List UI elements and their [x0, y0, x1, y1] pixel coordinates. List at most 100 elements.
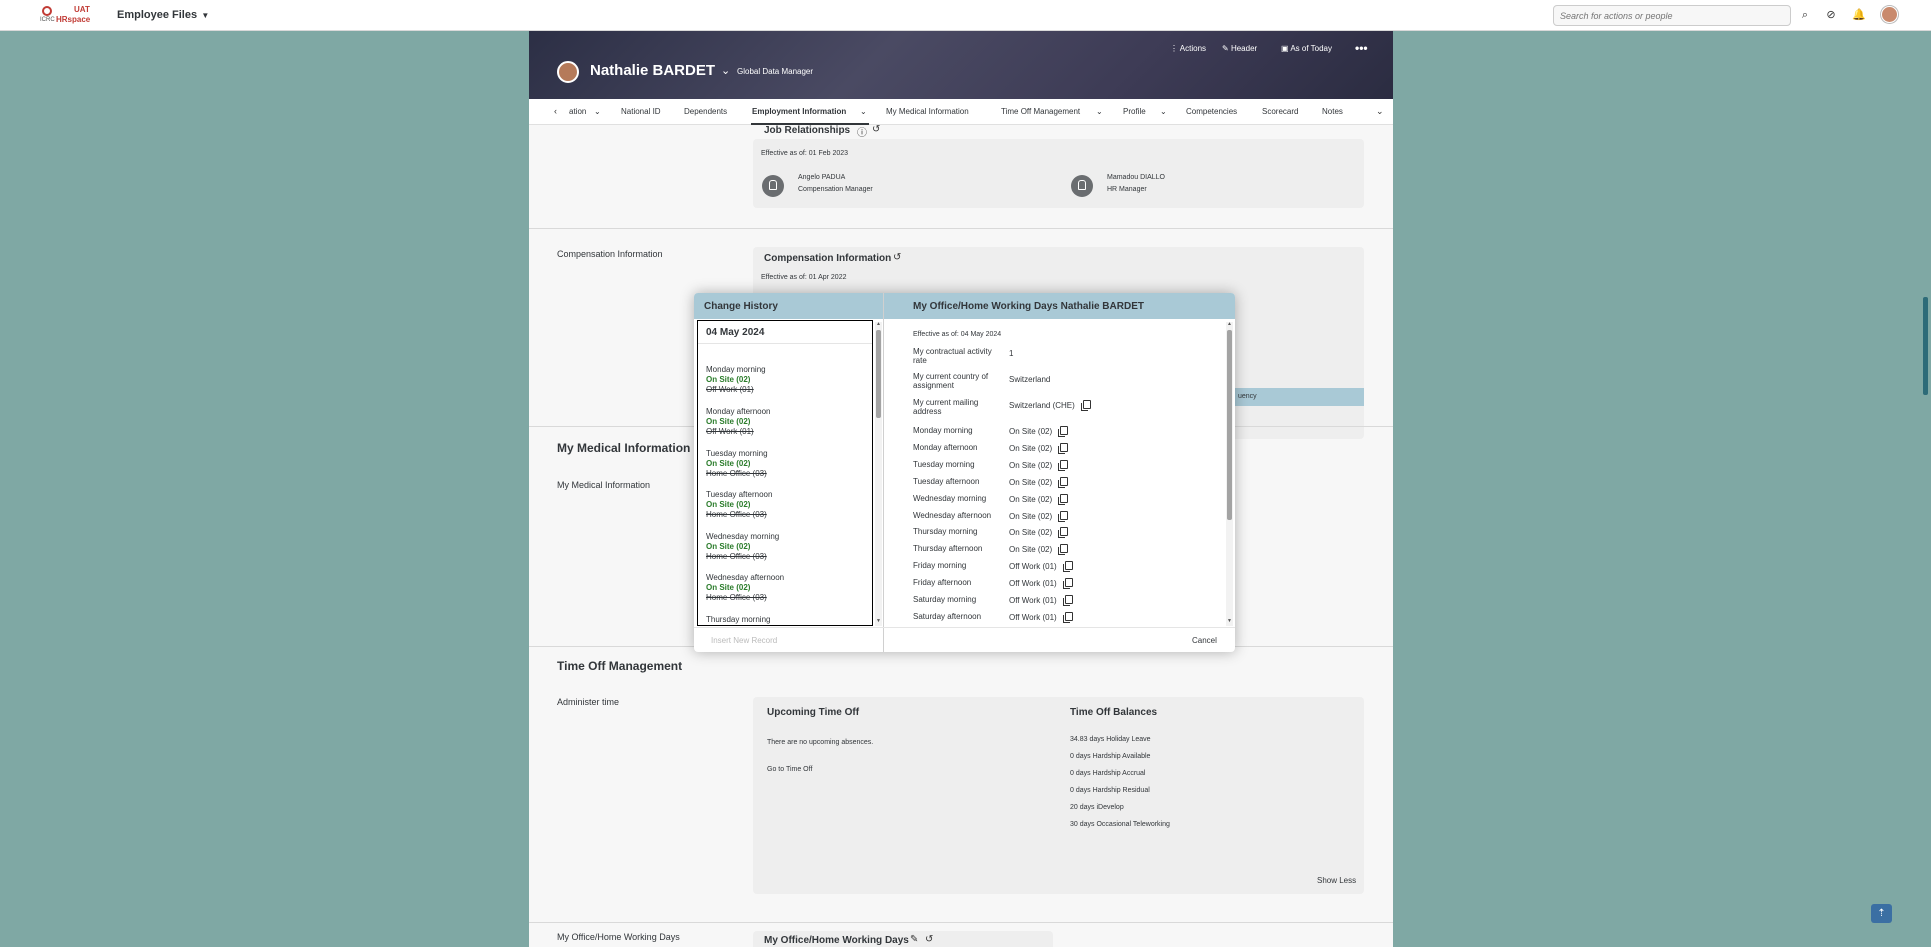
employee-job-title: Global Data Manager [737, 67, 814, 76]
employee-name[interactable]: Nathalie BARDET [590, 62, 715, 79]
time-off-section-label: Administer time [557, 697, 620, 707]
copy-icon[interactable] [1058, 494, 1069, 505]
tab-information[interactable]: ation [569, 107, 586, 116]
copy-icon[interactable] [1062, 561, 1073, 572]
field-label: Monday afternoon [913, 443, 978, 452]
history-entry-old-value: Home Office (03) [706, 469, 767, 478]
scroll-up-icon[interactable]: ▲ [876, 321, 881, 327]
tabs-overflow-icon[interactable]: ⌄ [1376, 106, 1384, 117]
chevron-down-icon[interactable]: ⌄ [860, 107, 867, 116]
detail-scrollbar[interactable]: ▲ ▼ [1226, 321, 1233, 626]
tab-my-medical-information[interactable]: My Medical Information [886, 107, 969, 116]
person-name[interactable]: Mamadou DIALLO [1107, 174, 1165, 181]
tab-dependents[interactable]: Dependents [684, 107, 727, 116]
field-value: On Site (02) [1009, 461, 1053, 470]
search-input[interactable] [1553, 5, 1791, 26]
chevron-down-icon[interactable]: ⌄ [594, 107, 601, 116]
copy-icon[interactable] [1058, 426, 1069, 437]
history-entry-label: Tuesday morning [706, 449, 768, 458]
actions-button[interactable]: ⋮ Actions [1170, 44, 1206, 53]
balance-item: 0 days Hardship Residual [1070, 787, 1150, 794]
as-of-today-button[interactable]: ▣ As of Today [1281, 44, 1332, 53]
copy-icon[interactable] [1058, 511, 1069, 522]
history-entry: Wednesday afternoon On Site (02) Home Of… [706, 573, 784, 603]
employee-avatar [557, 61, 579, 83]
time-off-balances-title: Time Off Balances [1070, 707, 1158, 718]
tab-scorecard[interactable]: Scorecard [1262, 107, 1298, 116]
page-scrollbar-thumb[interactable] [1923, 297, 1928, 395]
arrow-up-icon[interactable]: ⇡ [1871, 904, 1892, 923]
person-icon [1071, 175, 1093, 197]
search-icon[interactable]: ⌕ [1798, 8, 1812, 22]
time-off-section-title: Time Off Management [557, 659, 683, 673]
field-value: Switzerland (CHE) [1009, 401, 1075, 410]
app-menu[interactable]: Employee Files ▼ [117, 9, 209, 21]
history-scrollbar[interactable]: ▲ ▼ [875, 321, 882, 626]
balance-amount: 0 days [1070, 787, 1091, 794]
chevron-down-icon[interactable]: ⌄ [721, 64, 730, 77]
history-icon[interactable]: ↺ [893, 252, 901, 263]
balance-type: Hardship Accrual [1092, 770, 1146, 777]
tabs-scroll-left-icon[interactable]: ‹ [554, 106, 557, 116]
chevron-down-icon[interactable]: ⌄ [1160, 107, 1167, 116]
history-date[interactable]: 04 May 2024 [706, 327, 764, 338]
go-to-time-off-link[interactable]: Go to Time Off [767, 766, 812, 773]
field-row: On Site (02) [1009, 443, 1069, 454]
tab-profile[interactable]: Profile [1123, 107, 1146, 116]
scroll-down-icon[interactable]: ▼ [1227, 618, 1232, 624]
field-value: On Site (02) [1009, 512, 1053, 521]
cancel-button[interactable]: Cancel [1192, 636, 1217, 645]
job-relationships-title: Job Relationships [764, 125, 851, 136]
scrollbar-thumb[interactable] [876, 330, 881, 418]
help-icon[interactable]: ⓘ [857, 124, 867, 139]
detail-panel: Effective as of: 04 May 2024 My contract… [913, 320, 1213, 626]
header-button[interactable]: ✎ Header [1222, 44, 1257, 53]
history-entry-new-value: On Site (02) [706, 417, 751, 426]
copy-icon[interactable] [1062, 612, 1073, 623]
tab-notes[interactable]: Notes [1322, 107, 1343, 116]
copy-icon[interactable] [1058, 527, 1069, 538]
copy-icon[interactable] [1062, 595, 1073, 606]
copy-icon[interactable] [1080, 400, 1091, 411]
chevron-down-icon[interactable]: ⌄ [1096, 107, 1103, 116]
company-logo[interactable]: UAT ICRC HRspace [38, 5, 94, 25]
copy-icon[interactable] [1062, 578, 1073, 589]
logo-emblem-icon [42, 6, 52, 16]
tab-competencies[interactable]: Competencies [1186, 107, 1237, 116]
change-history-dialog: Change History My Office/Home Working Da… [694, 293, 1235, 652]
history-list[interactable]: 04 May 2024 Monday morning On Site (02) … [697, 320, 873, 626]
divider [698, 343, 872, 344]
show-less-link[interactable]: Show Less [1317, 876, 1356, 885]
person-icon [762, 175, 784, 197]
copy-icon[interactable] [1058, 460, 1069, 471]
field-value: 1 [1009, 349, 1014, 358]
field-label: Tuesday morning [913, 460, 975, 469]
copy-icon[interactable] [1058, 477, 1069, 488]
history-icon[interactable]: ↺ [925, 934, 933, 945]
edit-icon[interactable]: ✎ [910, 934, 918, 945]
insert-new-record-button[interactable]: Insert New Record [711, 636, 777, 645]
field-value: Off Work (01) [1009, 579, 1057, 588]
page-scrollbar[interactable] [1921, 31, 1931, 947]
tab-employment-information[interactable]: Employment Information [752, 107, 846, 116]
copy-icon[interactable] [1058, 544, 1069, 555]
person-name[interactable]: Angelo PADUA [798, 174, 845, 181]
tab-time-off-management[interactable]: Time Off Management [1001, 107, 1080, 116]
check-circle-icon[interactable]: ⊘ [1824, 8, 1838, 22]
scroll-down-icon[interactable]: ▼ [876, 618, 881, 624]
field-value: On Site (02) [1009, 444, 1053, 453]
actions-label: Actions [1179, 44, 1207, 53]
field-row: On Site (02) [1009, 527, 1069, 538]
bell-icon[interactable]: 🔔 [1852, 8, 1866, 22]
history-entry-label: Monday afternoon [706, 407, 771, 416]
user-avatar[interactable] [1881, 6, 1898, 23]
copy-icon[interactable] [1058, 443, 1069, 454]
field-row: On Site (02) [1009, 544, 1069, 555]
balance-item: 34.83 days Holiday Leave [1070, 736, 1151, 743]
scroll-up-icon[interactable]: ▲ [1227, 321, 1232, 327]
more-icon[interactable]: ••• [1355, 41, 1368, 55]
history-icon[interactable]: ↺ [872, 124, 880, 135]
history-entry-label: Monday morning [706, 365, 766, 374]
scrollbar-thumb[interactable] [1227, 330, 1232, 520]
tab-national-id[interactable]: National ID [621, 107, 661, 116]
